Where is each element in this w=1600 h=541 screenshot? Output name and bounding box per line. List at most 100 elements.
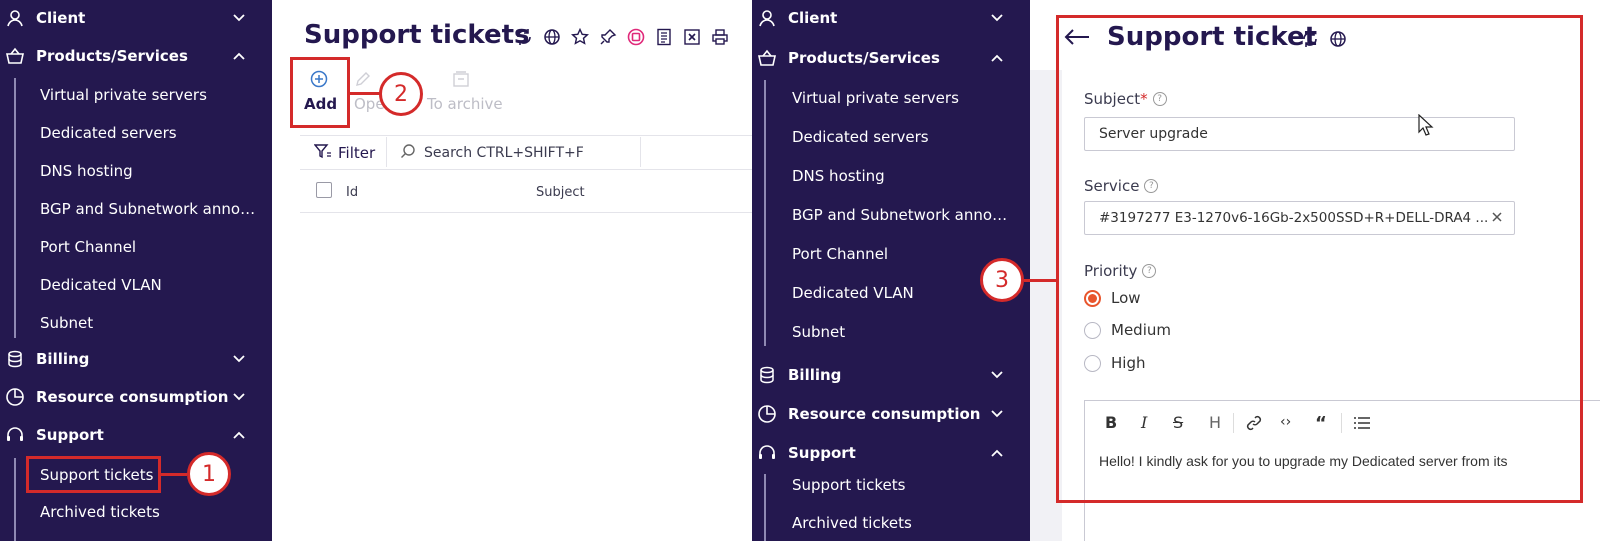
sidebar-item-billing[interactable]: Billing — [752, 364, 1030, 386]
coins-icon — [4, 348, 26, 370]
sidebar-sub-support-tickets[interactable]: Support tickets — [40, 466, 153, 484]
tree-line — [764, 80, 766, 346]
priority-medium-radio[interactable]: Medium — [1084, 321, 1171, 339]
sidebar-sub-vlan[interactable]: Dedicated VLAN — [792, 284, 914, 302]
sidebar-item-resource[interactable]: Resource consumption — [0, 386, 272, 408]
sidebar-sub-dedicated[interactable]: Dedicated servers — [792, 128, 929, 146]
refresh-icon[interactable] — [514, 27, 534, 47]
filter-button[interactable]: Filter — [313, 143, 376, 163]
sidebar-sub-subnet[interactable]: Subnet — [792, 323, 845, 341]
sidebar-label: Support — [788, 444, 856, 462]
heading-icon[interactable]: H — [1209, 413, 1221, 432]
lifebuoy-icon[interactable] — [626, 27, 646, 47]
divider — [300, 135, 752, 136]
clear-icon[interactable] — [1490, 210, 1504, 228]
quote-icon[interactable]: “ — [1315, 413, 1327, 434]
sidebar-sub-bgp[interactable]: BGP and Subnetwork anno… — [40, 200, 255, 218]
callout-marker: 3 — [980, 258, 1024, 302]
sidebar-sub-archived-tickets[interactable]: Archived tickets — [792, 514, 912, 532]
service-select[interactable]: #3197277 E3-1270v6-16Gb-2x500SSD+R+DELL-… — [1084, 201, 1515, 235]
sidebar-item-resource[interactable]: Resource consumption — [752, 403, 1030, 425]
form-body: Subject * ? Server upgrade Service ? #319… — [1062, 70, 1600, 541]
pin-icon[interactable] — [598, 27, 618, 47]
radio-label: High — [1111, 354, 1146, 372]
priority-label: Priority ? — [1084, 262, 1157, 280]
add-button[interactable]: Add — [298, 68, 340, 118]
priority-high-radio[interactable]: High — [1084, 354, 1145, 372]
sidebar-sub-subnet[interactable]: Subnet — [40, 314, 93, 332]
archive-button[interactable]: To archive — [427, 95, 503, 113]
sidebar-item-billing[interactable]: Billing — [0, 348, 272, 370]
search-input[interactable]: Search CTRL+SHIFT+F — [400, 143, 584, 163]
column-header-id[interactable]: Id — [346, 185, 358, 200]
sidebar-item-client[interactable]: Client — [752, 7, 1030, 29]
link-icon[interactable] — [1245, 414, 1263, 436]
column-header-subject[interactable]: Subject — [536, 185, 585, 200]
sidebar-item-products[interactable]: Products/Services — [752, 47, 1030, 69]
sidebar-label: Billing — [36, 350, 90, 368]
chevron-up-icon — [990, 51, 1004, 65]
divider — [300, 212, 752, 213]
help-icon[interactable]: ? — [1144, 179, 1159, 193]
bold-icon[interactable]: B — [1105, 413, 1117, 432]
page-title: Support tickets — [304, 20, 530, 50]
sidebar-sub-port-channel[interactable]: Port Channel — [792, 245, 888, 263]
callout-line — [350, 92, 380, 95]
sidebar-sub-vps[interactable]: Virtual private servers — [40, 86, 207, 104]
sidebar-sub-dedicated[interactable]: Dedicated servers — [40, 124, 177, 142]
sidebar-label: Client — [788, 9, 838, 27]
add-label: Add — [304, 95, 338, 113]
italic-icon[interactable]: I — [1141, 413, 1147, 432]
document-icon[interactable] — [654, 27, 674, 47]
service-value: #3197277 E3-1270v6-16Gb-2x500SSD+R+DELL-… — [1099, 210, 1489, 226]
sidebar-sub-vlan[interactable]: Dedicated VLAN — [40, 276, 162, 294]
message-editor[interactable]: B I S H ‹› “ Hello! I kindly ask for you… — [1084, 400, 1600, 541]
radio-unselected — [1084, 354, 1101, 372]
user-icon — [756, 7, 778, 29]
back-arrow-icon[interactable] — [1064, 28, 1090, 50]
basket-icon — [756, 47, 778, 69]
sidebar-item-client[interactable]: Client — [0, 7, 272, 29]
globe-icon[interactable] — [1328, 29, 1348, 49]
sidebar-sub-dns[interactable]: DNS hosting — [40, 162, 133, 180]
sidebar-sub-bgp[interactable]: BGP and Subnetwork anno… — [792, 206, 1007, 224]
sidebar-sub-support-tickets[interactable]: Support tickets — [792, 476, 905, 494]
pie-chart-icon — [756, 403, 778, 425]
subject-input[interactable]: Server upgrade — [1084, 117, 1515, 151]
sidebar-item-support[interactable]: Support — [752, 442, 1030, 464]
service-label: Service ? — [1084, 177, 1159, 195]
help-icon[interactable]: ? — [1152, 92, 1167, 106]
sidebar-sub-vps[interactable]: Virtual private servers — [792, 89, 959, 107]
sidebar-item-products[interactable]: Products/Services — [0, 45, 272, 67]
sidebar-label: Client — [36, 9, 86, 27]
basket-icon — [4, 45, 26, 67]
excel-icon[interactable] — [682, 27, 702, 47]
help-icon[interactable]: ? — [1142, 264, 1157, 278]
sidebar-item-support[interactable]: Support — [0, 424, 272, 446]
sidebar-label: Products/Services — [788, 49, 940, 67]
sidebar-sub-archived-tickets[interactable]: Archived tickets — [40, 503, 160, 521]
user-icon — [4, 7, 26, 29]
priority-low-radio[interactable]: Low — [1084, 289, 1141, 307]
callout-marker: 1 — [187, 452, 231, 496]
sidebar-sub-port-channel[interactable]: Port Channel — [40, 238, 136, 256]
code-icon[interactable]: ‹› — [1280, 414, 1291, 430]
refresh-icon[interactable] — [1300, 29, 1320, 49]
sidebar-sub-dns[interactable]: DNS hosting — [792, 167, 885, 185]
radio-unselected — [1084, 321, 1101, 339]
sidebar-label: Resource consumption — [788, 405, 981, 423]
subject-label-text: Subject — [1084, 90, 1141, 108]
sidebar-label: Support — [36, 426, 104, 444]
filter-label: Filter — [338, 144, 376, 162]
select-all-checkbox[interactable] — [316, 182, 332, 198]
sidebar-label: Resource consumption — [36, 388, 229, 406]
subject-value: Server upgrade — [1099, 126, 1208, 142]
star-icon[interactable] — [570, 27, 590, 47]
strikethrough-icon[interactable]: S — [1173, 413, 1183, 432]
ticket-form-panel: Support ticket Subject * ? Server upgrade… — [1030, 0, 1600, 541]
list-icon[interactable] — [1353, 415, 1371, 435]
callout-marker: 2 — [379, 72, 423, 116]
radio-label: Medium — [1111, 321, 1171, 339]
print-icon[interactable] — [710, 27, 730, 47]
globe-icon[interactable] — [542, 27, 562, 47]
